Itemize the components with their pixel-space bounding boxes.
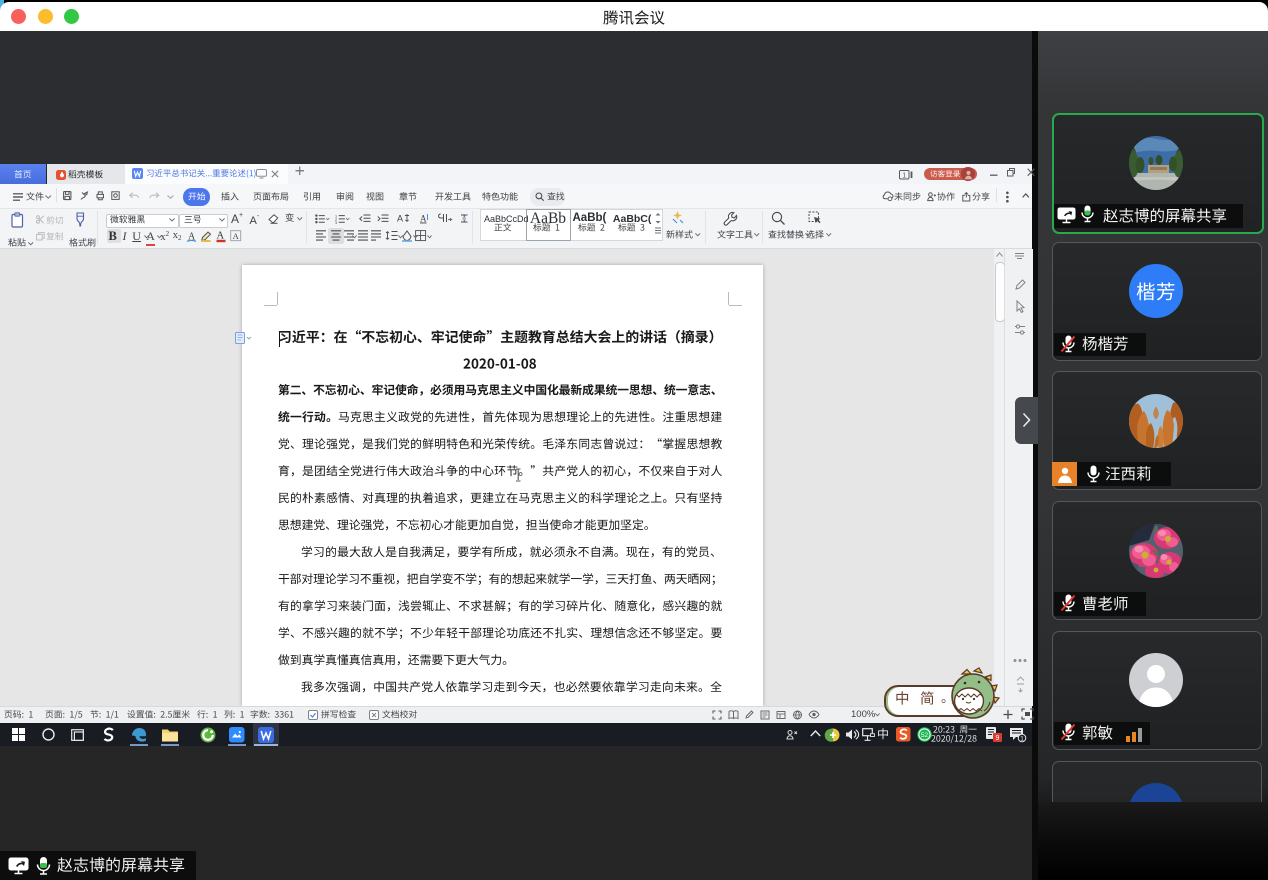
svg-text:9: 9 <box>996 735 1000 742</box>
svg-text:A: A <box>397 214 403 224</box>
svg-text:1: 1 <box>902 172 906 179</box>
svg-text:A: A <box>233 231 240 241</box>
svg-text:1: 1 <box>1020 736 1024 743</box>
svg-text:A: A <box>420 214 427 224</box>
svg-text:52: 52 <box>921 732 929 739</box>
svg-text:3: 3 <box>335 221 337 225</box>
